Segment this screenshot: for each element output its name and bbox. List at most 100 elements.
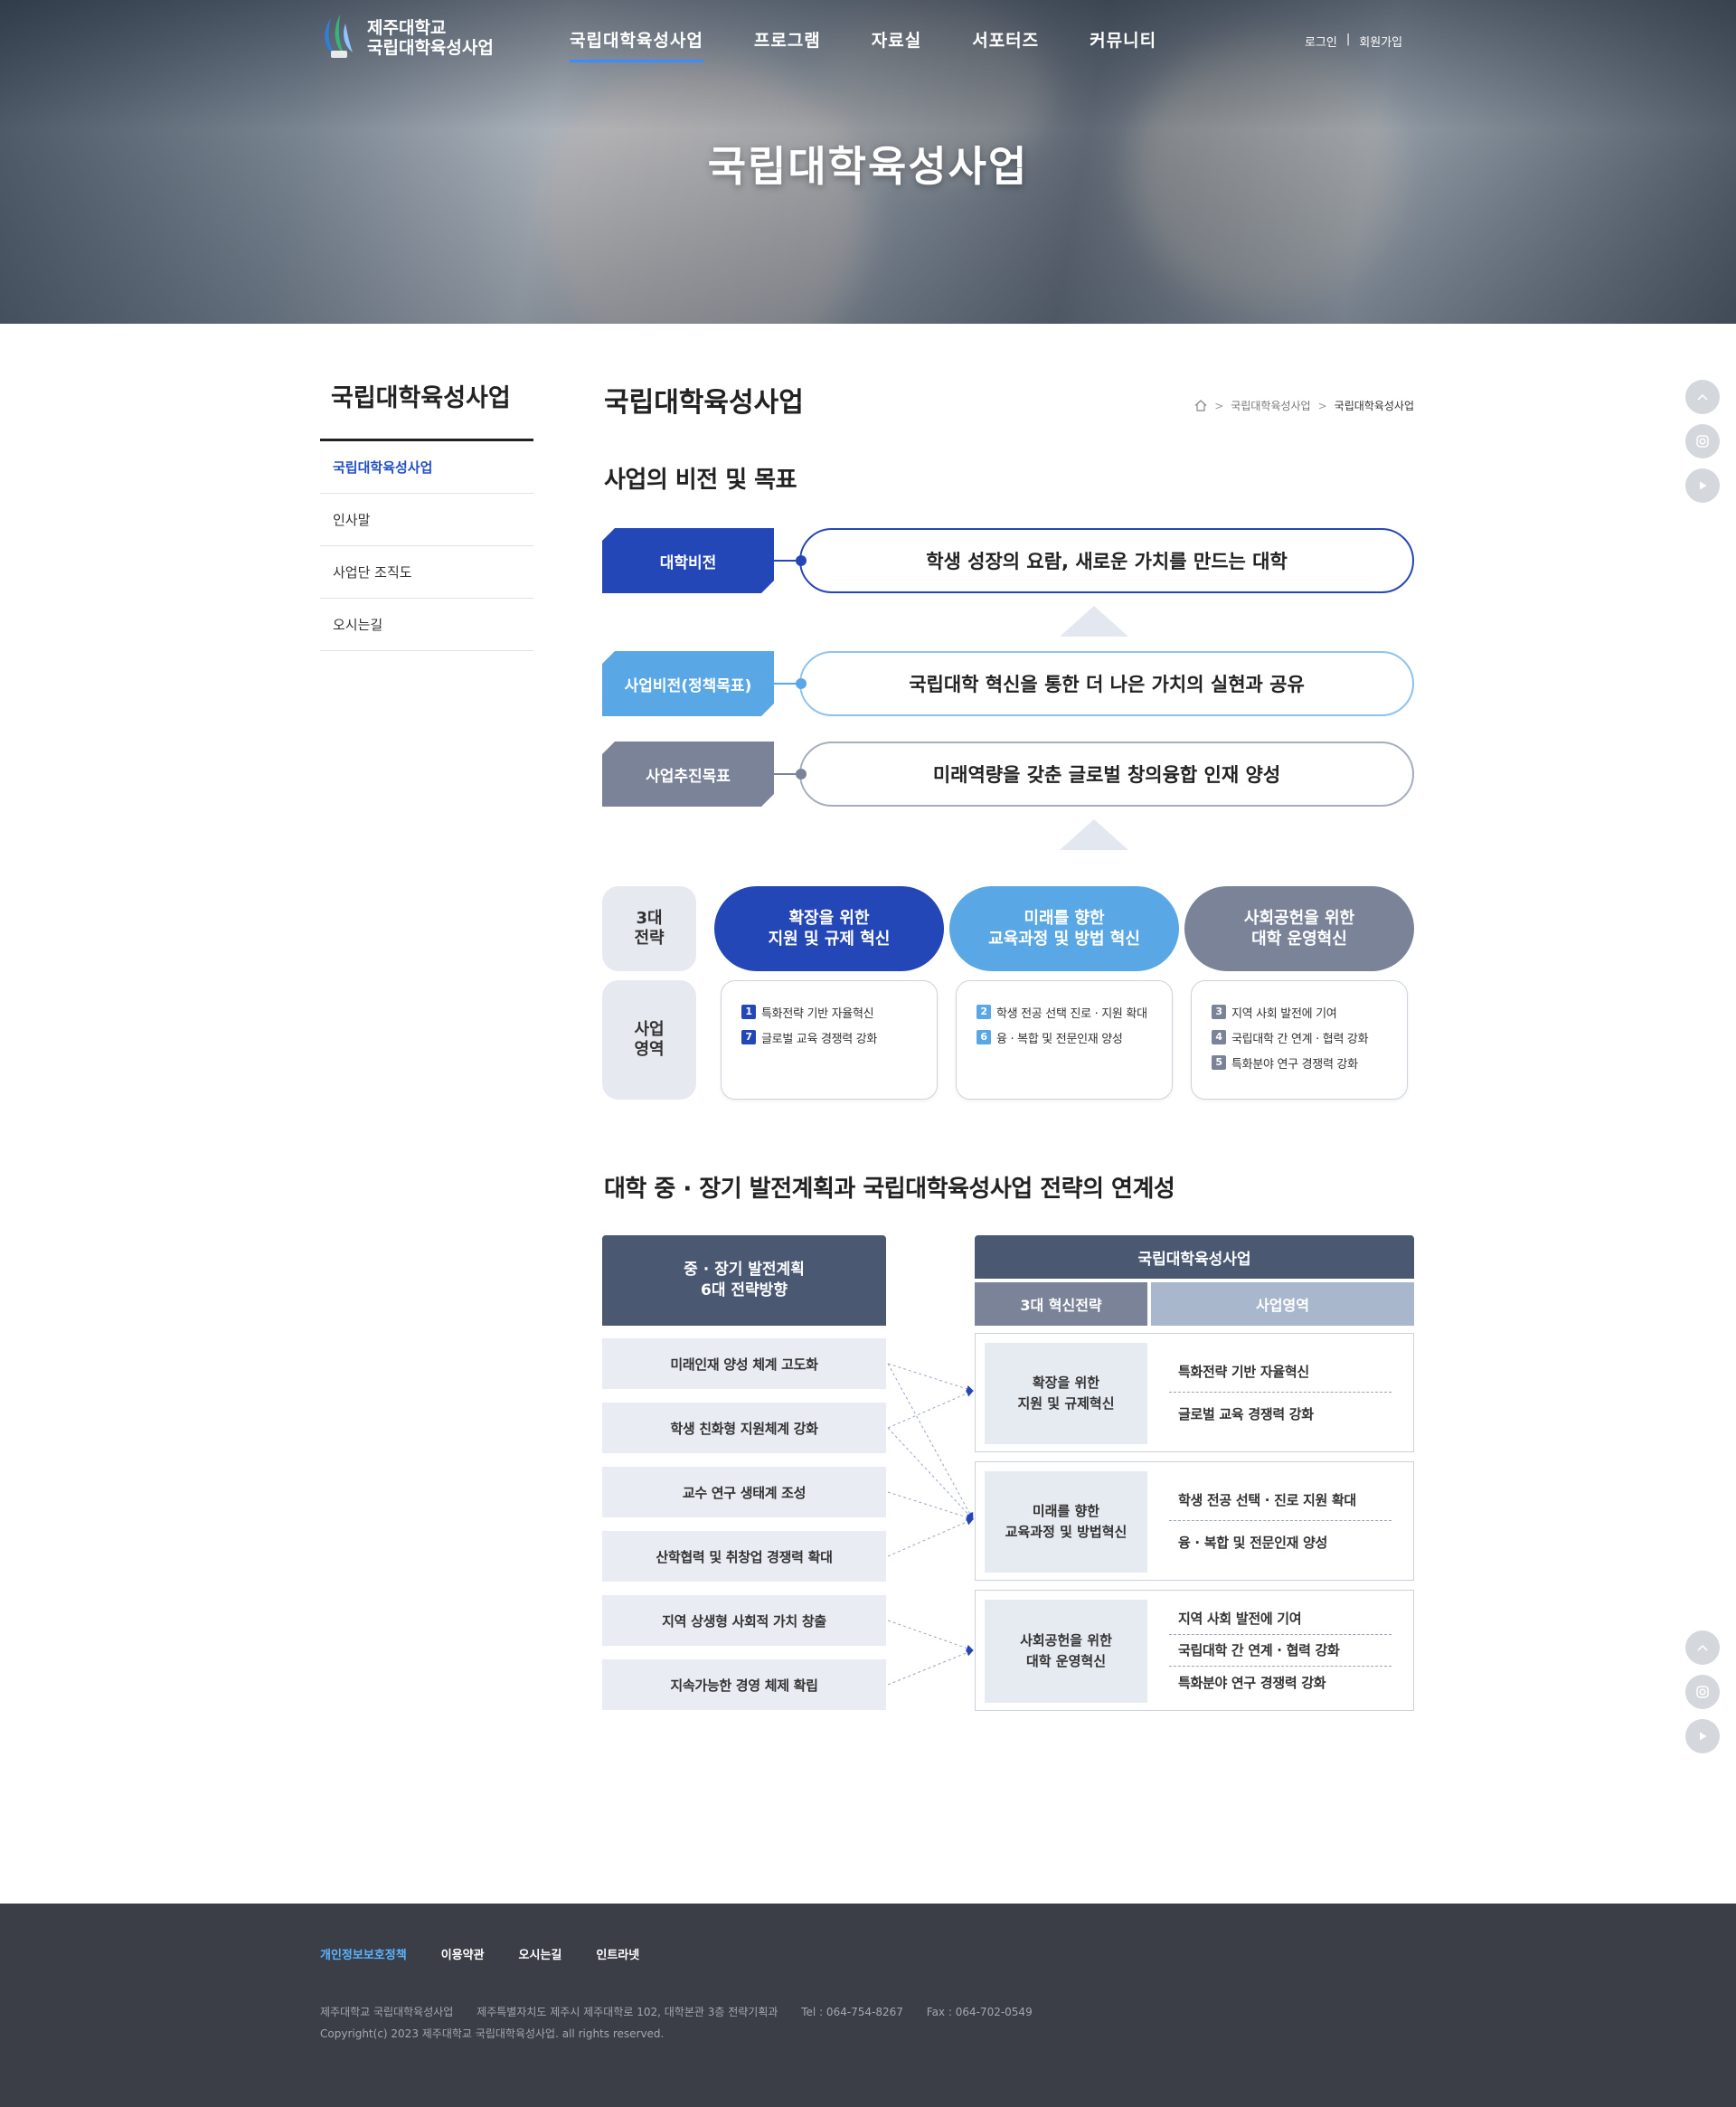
logo-line2: 국립대학육성사업 xyxy=(367,38,494,58)
sub-header-area: 사업영역 xyxy=(1151,1282,1414,1326)
logo-icon xyxy=(325,14,353,58)
vision-row-university: 대학비전 학생 성장의 요람, 새로운 가치를 만드는 대학 xyxy=(602,528,1414,593)
area-text: 특화분야 연구 경쟁력 강화 xyxy=(1231,1057,1358,1072)
arrow-up-icon xyxy=(1697,393,1708,401)
nav-item-community[interactable]: 커뮤니티 xyxy=(1090,27,1156,62)
join-link[interactable]: 회원가입 xyxy=(1359,33,1402,50)
up-arrow-icon xyxy=(1060,819,1128,850)
linkage-area: 국립대학 간 연계 · 협력 강화 xyxy=(1169,1635,1392,1667)
linkage-plan-header: 중 · 장기 발전계획 6대 전략방향 xyxy=(602,1235,886,1326)
scroll-top-button[interactable] xyxy=(1685,1630,1720,1665)
footer-link-terms[interactable]: 이용약관 xyxy=(441,1945,485,1962)
nav-item-national-univ[interactable]: 국립대학육성사업 xyxy=(570,27,703,62)
linkage-group-2: 미래를 향한 교육과정 및 방법혁신 학생 전공 선택 · 진로 지원 확대 융 … xyxy=(975,1461,1414,1581)
linkage-area: 특화전략 기반 자율혁신 xyxy=(1169,1351,1392,1393)
util-links: 로그인 | 회원가입 xyxy=(1305,33,1402,50)
instagram-icon xyxy=(1696,1686,1709,1698)
linkage-area: 학생 전공 선택 · 진로 지원 확대 xyxy=(1169,1479,1392,1521)
area-item: 6 융 · 복합 및 전문인재 양성 xyxy=(976,1025,1172,1050)
arrow-up-icon xyxy=(1697,1644,1708,1651)
area-text: 학생 전공 선택 진로 · 지원 확대 xyxy=(996,1006,1147,1021)
linkage-area-list: 특화전략 기반 자율혁신 글로벌 교육 경쟁력 강화 xyxy=(1169,1334,1392,1451)
chevron-right-icon: > xyxy=(1214,399,1224,412)
instagram-icon xyxy=(1696,435,1709,448)
area-item: 5 특화분야 연구 경쟁력 강화 xyxy=(1212,1050,1407,1075)
footer-link-directions[interactable]: 오시는길 xyxy=(519,1945,562,1962)
strategy-line: 교육과정 및 방법 혁신 xyxy=(988,930,1140,949)
plan-item: 학생 친화형 지원체계 강화 xyxy=(602,1403,886,1453)
login-link[interactable]: 로그인 xyxy=(1305,33,1337,50)
label-line: 영역 xyxy=(634,1040,665,1059)
area-item: 2 학생 전공 선택 진로 · 지원 확대 xyxy=(976,999,1172,1025)
nav-item-archive[interactable]: 자료실 xyxy=(872,27,921,62)
hero-title: 국립대학육성사업 xyxy=(707,142,1029,191)
site-footer: 개인정보보호정책 이용약관 오시는길 인트라넷 제주대학교 국립대학육성사업 제… xyxy=(0,1904,1736,2107)
plan-item: 교수 연구 생태계 조성 xyxy=(602,1467,886,1517)
area-box-2: 2 학생 전공 선택 진로 · 지원 확대 6 융 · 복합 및 전문인재 양성 xyxy=(956,980,1173,1100)
strategy-curriculum-innovation: 미래를 향한 교육과정 및 방법 혁신 xyxy=(949,886,1179,971)
footer-link-privacy[interactable]: 개인정보보호정책 xyxy=(320,1945,407,1962)
footer-link-intranet[interactable]: 인트라넷 xyxy=(596,1945,639,1962)
strategy-line: 지원 및 규제 혁신 xyxy=(768,930,891,949)
area-box-3: 3 지역 사회 발전에 기여 4 국립대학 간 연계 · 협력 강화 5 특화분야 연… xyxy=(1191,980,1408,1100)
area-item: 3 지역 사회 발전에 기여 xyxy=(1212,999,1407,1025)
header-line: 6대 전략방향 xyxy=(701,1281,788,1299)
plan-item: 지속가능한 경영 체제 확립 xyxy=(602,1659,886,1710)
vision-text: 학생 성장의 요람, 새로운 가치를 만드는 대학 xyxy=(799,528,1414,593)
side-nav-item-national-univ[interactable]: 국립대학육성사업 xyxy=(320,441,533,494)
strategy-line: 사회공헌을 위한 xyxy=(1243,909,1355,928)
vision-row-goal: 사업추진목표 미래역량을 갖춘 글로벌 창의융합 인재 양성 xyxy=(602,742,1414,807)
util-divider: | xyxy=(1345,33,1351,46)
strategy-line: 미래를 향한 xyxy=(1032,1503,1100,1519)
strategy-line: 대학 운영혁신 xyxy=(1025,1653,1106,1669)
linkage-area: 융 · 복합 및 전문인재 양성 xyxy=(1178,1534,1328,1551)
home-icon[interactable] xyxy=(1194,400,1207,411)
side-nav-title: 국립대학육성사업 xyxy=(320,378,533,441)
hero-banner: 제주대학교 국립대학육성사업 국립대학육성사업 프로그램 자료실 서포터즈 커뮤… xyxy=(0,0,1736,324)
strategy-line: 지원 및 규제혁신 xyxy=(1017,1395,1115,1412)
footer-address: 제주특별자치도 제주시 제주대학로 102, 대학본관 3층 전략기획과 xyxy=(476,2006,778,2018)
breadcrumb-current: 국립대학육성사업 xyxy=(1334,400,1414,412)
instagram-button[interactable] xyxy=(1685,1675,1720,1709)
area-text: 국립대학 간 연계 · 협력 강화 xyxy=(1231,1032,1369,1046)
area-item: 7 글로벌 교육 경쟁력 강화 xyxy=(741,1025,937,1050)
area-text: 지역 사회 발전에 기여 xyxy=(1231,1006,1337,1021)
side-nav-item-org-chart[interactable]: 사업단 조직도 xyxy=(320,546,533,599)
sub-header-strategy: 3대 혁신전략 xyxy=(975,1282,1147,1326)
area-number: 4 xyxy=(1212,1030,1226,1044)
nav-item-supporters[interactable]: 서포터즈 xyxy=(972,27,1039,62)
section-title-vision: 사업의 비전 및 목표 xyxy=(604,467,797,494)
plan-item: 지역 상생형 사회적 가치 창출 xyxy=(602,1595,886,1646)
strategy-line: 대학 운영혁신 xyxy=(1251,930,1347,949)
youtube-icon xyxy=(1700,481,1707,490)
strategy-line: 확장을 위한 xyxy=(1032,1375,1100,1391)
footer-org: 제주대학교 국립대학육성사업 xyxy=(320,2006,454,2018)
youtube-button[interactable] xyxy=(1685,468,1720,503)
vision-text: 국립대학 혁신을 통한 더 나은 가치의 실현과 공유 xyxy=(799,651,1414,716)
header-line: 중 · 장기 발전계획 xyxy=(684,1261,805,1279)
youtube-button[interactable] xyxy=(1685,1719,1720,1753)
linkage-group-1: 확장을 위한지원 및 규제혁신 특화전략 기반 자율혁신 글로벌 교육 경쟁력 … xyxy=(975,1333,1414,1452)
scroll-top-button[interactable] xyxy=(1685,380,1720,414)
chevron-right-icon: > xyxy=(1317,399,1327,412)
instagram-button[interactable] xyxy=(1685,424,1720,458)
quick-menu-bottom xyxy=(1685,1630,1720,1753)
main-nav: 국립대학육성사업 프로그램 자료실 서포터즈 커뮤니티 xyxy=(570,27,1207,62)
side-nav-item-directions[interactable]: 오시는길 xyxy=(320,599,533,651)
linkage-strategy: 미래를 향한 교육과정 및 방법혁신 xyxy=(985,1471,1147,1573)
area-number: 5 xyxy=(1212,1055,1226,1070)
linkage-group-3: 사회공헌을 위한 대학 운영혁신 지역 사회 발전에 기여 국립대학 간 연계 ·… xyxy=(975,1590,1414,1711)
area-text: 글로벌 교육 경쟁력 강화 xyxy=(761,1032,878,1046)
breadcrumb-item[interactable]: 국립대학육성사업 xyxy=(1231,398,1310,413)
linkage-project-header: 국립대학육성사업 xyxy=(975,1235,1414,1279)
area-number: 7 xyxy=(741,1030,756,1044)
nav-item-program[interactable]: 프로그램 xyxy=(754,27,821,62)
label-line: 3대 xyxy=(636,909,663,928)
label-business-area: 사업 영역 xyxy=(602,980,696,1100)
connector-dot xyxy=(796,769,807,779)
site-logo[interactable]: 제주대학교 국립대학육성사업 xyxy=(318,11,494,65)
linkage-area: 특화분야 연구 경쟁력 강화 xyxy=(1178,1674,1326,1691)
side-nav-item-greeting[interactable]: 인사말 xyxy=(320,494,533,546)
footer-tel: Tel : 064-754-8267 xyxy=(801,2006,903,2018)
area-number: 2 xyxy=(976,1005,991,1019)
